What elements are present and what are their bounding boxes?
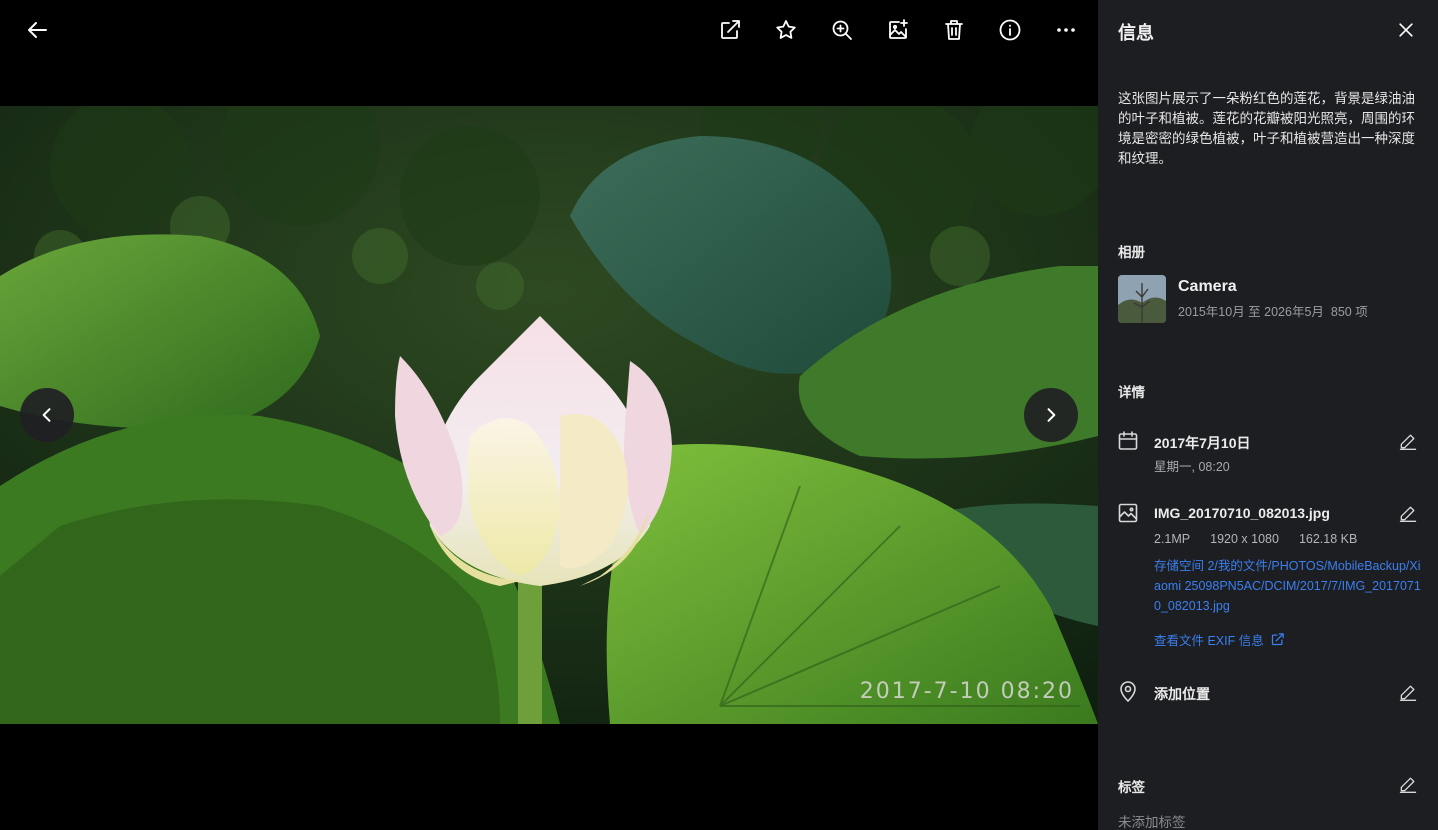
album-name: Camera [1178,278,1237,295]
edit-date-button[interactable] [1396,429,1420,453]
album-section-label: 相册 [1118,245,1145,260]
lotus-photo [0,106,1098,724]
delete-button[interactable] [936,12,972,48]
chevron-right-icon [1047,408,1056,422]
file-name: IMG_20170710_082013.jpg [1154,505,1330,521]
tags-section-label: 标签 [1118,780,1145,795]
zoom-in-button[interactable] [824,12,860,48]
more-button[interactable] [1048,12,1084,48]
back-button[interactable] [20,12,56,48]
next-photo-button[interactable] [1024,388,1078,442]
photo-viewer-app: 2017-7-10 08:20 信息 这张图片展示了一朵粉红色的莲花，背景是绿油… [0,0,1438,830]
edit-filename-button[interactable] [1396,501,1420,525]
close-panel-button[interactable] [1390,14,1422,46]
previous-photo-button[interactable] [20,388,74,442]
add-to-album-icon [889,19,908,39]
photo-description: 这张图片展示了一朵粉红色的莲花，背景是绿油油的叶子和植被。莲花的花瓣被阳光照亮，… [1118,91,1415,166]
star-icon [776,20,796,39]
viewer-toolbar [0,0,1098,60]
zoom-in-icon [832,20,852,40]
panel-title: 信息 [1118,23,1154,43]
close-icon [1399,23,1413,37]
info-button[interactable] [992,12,1028,48]
add-to-album-button[interactable] [880,12,916,48]
album-item-count: 850 项 [1330,305,1368,319]
pencil-icon [1399,434,1417,450]
location-pin-icon [1120,681,1136,702]
file-size: 162.18 KB [1298,532,1358,546]
add-location-label[interactable]: 添加位置 [1154,684,1210,704]
image-viewer: 2017-7-10 08:20 [0,0,1098,830]
view-exif-link[interactable]: 查看文件 EXIF 信息 [1154,630,1285,649]
info-panel: 信息 这张图片展示了一朵粉红色的莲花，背景是绿油油的叶子和植被。莲花的花瓣被阳光… [1098,0,1438,830]
back-arrow-icon [28,22,47,38]
calendar-icon [1118,431,1138,450]
file-resolution: 1920 x 1080 [1210,532,1279,546]
album-entry[interactable]: Camera 2015年10月 至 2026年5月 850 项 [1118,275,1368,323]
file-path-link[interactable]: 存储空间 2/我的文件/PHOTOS/MobileBackup/Xiaomi 2… [1154,556,1422,616]
image-file-icon [1118,503,1138,523]
open-external-button[interactable] [712,12,748,48]
album-date-range: 2015年10月 至 2026年5月 [1178,305,1324,319]
date-taken: 2017年7月10日 [1154,435,1251,451]
album-meta: 2015年10月 至 2026年5月 850 项 [1178,301,1368,320]
pencil-icon [1399,506,1417,522]
pencil-icon [1399,685,1417,701]
open-external-icon [721,20,740,39]
open-external-icon [1271,633,1284,646]
weekday-time: 星期一, 08:20 [1154,460,1230,474]
album-thumbnail [1118,275,1166,323]
delete-icon [945,20,963,40]
edit-tags-button[interactable] [1396,772,1420,796]
file-specs: 2.1MP 1920 x 1080 162.18 KB [1154,532,1357,546]
photo-image: 2017-7-10 08:20 [0,106,1098,724]
more-icon [1057,28,1075,32]
no-tags-text: 未添加标签 [1118,815,1186,830]
chevron-left-icon [42,408,51,422]
exif-link-label: 查看文件 EXIF 信息 [1154,634,1264,648]
details-section-label: 详情 [1118,385,1145,400]
favorite-button[interactable] [768,12,804,48]
edit-location-button[interactable] [1396,680,1420,704]
file-megapixels: 2.1MP [1154,532,1191,546]
info-icon [999,19,1021,41]
photo-timestamp-watermark: 2017-7-10 08:20 [859,679,1074,704]
pencil-icon [1399,777,1417,793]
